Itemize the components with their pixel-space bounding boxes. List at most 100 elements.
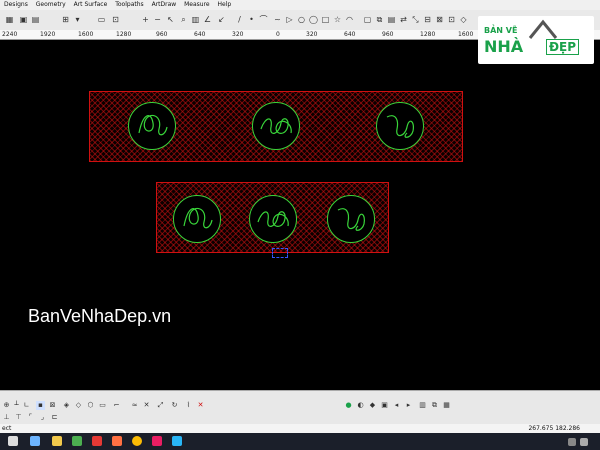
trim-icon[interactable]: ⊤ [14,413,23,422]
trash-icon[interactable]: ▥ [190,13,201,26]
menu-measure[interactable]: Measure [184,0,210,10]
grid-snap-icon[interactable]: ▪ [36,401,45,410]
chrome-icon[interactable] [132,436,142,446]
array-icon[interactable]: ⊟ [422,13,433,26]
polyline-icon[interactable]: ⌒ [258,13,269,26]
curve-icon[interactable]: ~ [272,13,283,26]
medal-phuc-top[interactable] [128,102,176,150]
house-icon [528,19,558,39]
fillet-icon[interactable]: ⌐ [112,401,121,410]
angle-icon[interactable]: ∠ [202,13,213,26]
corner-icon[interactable]: ⌜ [26,413,35,422]
bulb-icon[interactable]: ● [344,401,353,410]
group-icon[interactable]: ⧉ [374,13,385,26]
rotate-icon[interactable]: ↻ [170,401,179,410]
close-vector-icon[interactable]: ⬡ [86,401,95,410]
menu-art-surface[interactable]: Art Surface [74,0,108,10]
offset-icon[interactable]: ⊏ [50,413,59,422]
watermark-text: BanVeNhaDep.vn [28,306,172,326]
node-edit-icon[interactable]: ◇ [458,13,469,26]
tool-icon[interactable]: ⊡ [110,13,121,26]
copy-icon[interactable]: ⧉ [430,401,439,410]
calligraphy-icon [183,207,213,229]
ortho-icon[interactable]: ┴ [12,401,21,410]
paste-icon[interactable]: ▦ [442,401,451,410]
delete-node-icon[interactable]: ✕ [142,401,151,410]
weld-icon[interactable]: ⊠ [434,13,445,26]
star-icon[interactable]: ☆ [332,13,343,26]
save-icon[interactable]: ▣ [18,13,29,26]
move-icon[interactable]: ⤢ [156,401,165,410]
folder-icon[interactable] [52,436,62,446]
app-icon[interactable] [112,436,122,446]
triangle-icon[interactable]: ▷ [284,13,295,26]
arrow-right-icon[interactable]: ▸ [404,401,413,410]
app-icon[interactable] [72,436,82,446]
circle-icon[interactable]: ○ [296,13,307,26]
plus-icon[interactable]: + [140,13,151,26]
chamfer-icon[interactable]: ⌟ [38,413,47,422]
join-icon[interactable]: ◇ [74,401,83,410]
carved-panel-bottom[interactable] [156,182,389,253]
smooth-icon[interactable]: ≈ [130,401,139,410]
offset-icon[interactable]: ▢ [362,13,373,26]
scale-icon[interactable]: ⤡ [410,13,421,26]
folder-icon[interactable]: ▤ [30,13,41,26]
volume-icon[interactable] [580,438,588,446]
arc-icon[interactable]: ◠ [344,13,355,26]
arrow-left-icon[interactable]: ◂ [392,401,401,410]
arrow-icon[interactable]: ↙ [216,13,227,26]
ruler-tick: 0 [276,31,280,38]
menu-toolpaths[interactable]: Toolpaths [115,0,143,10]
logo-text-dep: ĐẸP [546,39,580,55]
break-icon[interactable]: ⌇ [184,401,193,410]
opera-icon[interactable] [92,436,102,446]
lock-icon[interactable]: ⊠ [48,401,57,410]
carved-panel-top[interactable] [89,91,463,162]
start-icon[interactable] [8,436,18,446]
ruler-tick: 320 [306,31,318,38]
extend-icon[interactable]: ⊥ [2,413,11,422]
monitor-icon[interactable]: ▭ [96,13,107,26]
node-type-icon[interactable]: ◆ [368,401,377,410]
ruler-tick: 1920 [40,31,56,38]
book-icon[interactable]: ▥ [418,401,427,410]
minus-icon[interactable]: − [152,13,163,26]
menu-help[interactable]: Help [218,0,232,10]
drawing-canvas[interactable] [0,40,600,390]
medal-tho-bottom[interactable] [327,195,375,243]
ruler-tick: 1280 [116,31,132,38]
mirror-icon[interactable]: ⇄ [398,13,409,26]
app-icon[interactable] [172,436,182,446]
menu-bar: Designs Geometry Art Surface Toolpaths A… [0,0,600,10]
align-icon[interactable]: ▤ [386,13,397,26]
calligraphy-icon [260,118,292,134]
ellipse-icon[interactable]: ◯ [308,13,319,26]
line-icon[interactable]: / [234,13,245,26]
tray-icon[interactable] [568,438,576,446]
explorer-icon[interactable] [30,436,40,446]
cursor-icon[interactable]: ↖ [165,13,176,26]
select-icon[interactable]: ▦ [4,13,15,26]
node-icon[interactable]: • [246,13,257,26]
grid-icon[interactable]: ⊞ [60,13,71,26]
medal-phuc-bottom[interactable] [173,195,221,243]
app-icon[interactable] [152,436,162,446]
medal-loc-bottom[interactable] [249,195,297,243]
medal-loc-top[interactable] [252,102,300,150]
close-icon[interactable]: ✕ [196,401,205,410]
trim-icon[interactable]: ⊡ [446,13,457,26]
zoom-icon[interactable]: ⌕ [178,13,189,26]
dropdown-icon[interactable]: ▾ [72,13,83,26]
snap-icon[interactable]: ⊕ [2,401,11,410]
rect-icon[interactable]: □ [320,13,331,26]
measure-icon[interactable]: ▭ [98,401,107,410]
medal-tho-top[interactable] [376,102,424,150]
color-icon[interactable]: ▣ [380,401,389,410]
menu-designs[interactable]: Designs [4,0,28,10]
angle-icon[interactable]: ∟ [22,401,31,410]
node-icon[interactable]: ◈ [62,401,71,410]
menu-artdraw[interactable]: ArtDraw [152,0,177,10]
layer-icon[interactable]: ◐ [356,401,365,410]
menu-geometry[interactable]: Geometry [36,0,66,10]
